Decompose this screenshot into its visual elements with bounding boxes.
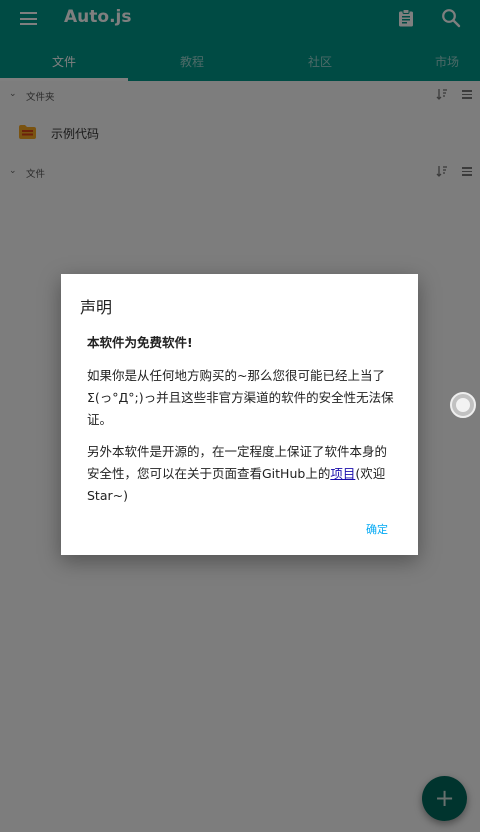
notice-dialog: 声明 本软件为免费软件! 如果你是从任何地方购买的~那么您很可能已经上当了Σ(っ… [61,274,418,555]
project-link[interactable]: 项目 [330,466,355,481]
floating-ball-icon[interactable] [450,392,476,418]
dialog-title: 声明 [80,298,113,317]
dialog-paragraph-1: 如果你是从任何地方购买的~那么您很可能已经上当了Σ(っ°Д°;)っ并且这些非官方… [87,368,394,427]
ok-button[interactable]: 确定 [366,521,388,537]
dialog-lead: 本软件为免费软件! [87,335,193,350]
dialog-body: 本软件为免费软件! 如果你是从任何地方购买的~那么您很可能已经上当了Σ(っ°Д°… [87,332,399,517]
dialog-paragraph-2: 另外本软件是开源的，在一定程度上保证了软件本身的安全性，您可以在关于页面查看Gi… [87,441,399,507]
